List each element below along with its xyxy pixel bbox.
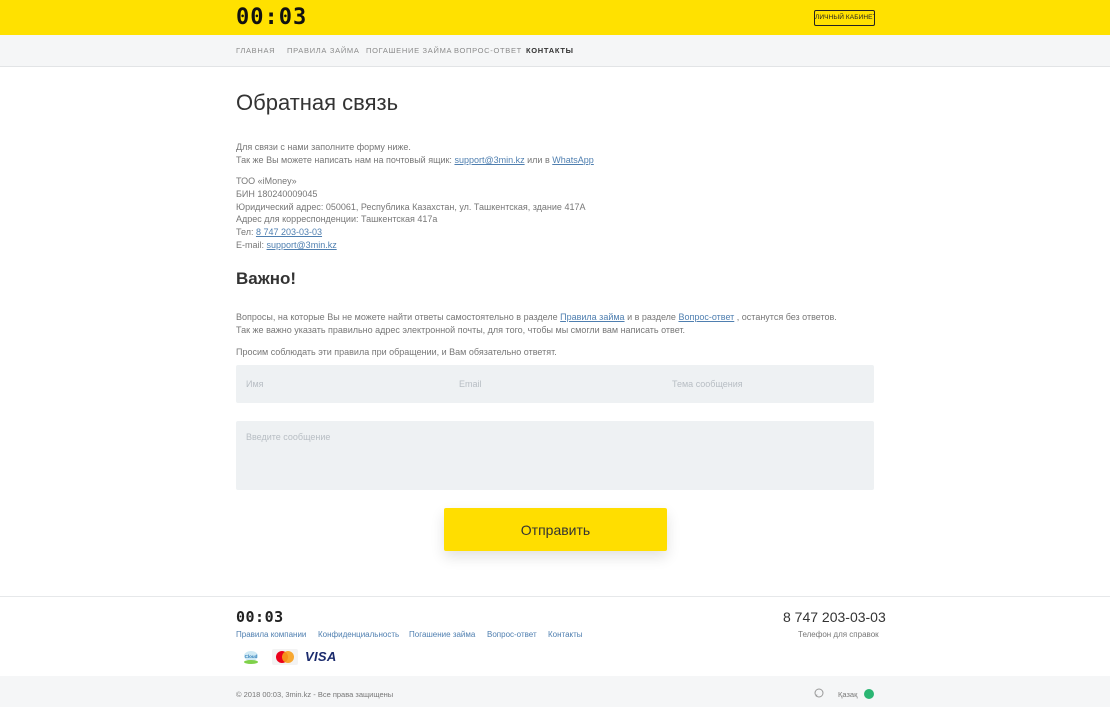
company-email-link[interactable]: support@3min.kz	[267, 240, 337, 250]
footer-bottom-bar	[0, 676, 1110, 707]
company-email-line: E-mail: support@3min.kz	[236, 239, 337, 251]
loan-rules-link[interactable]: Правила займа	[560, 312, 624, 322]
important-text-a: Вопросы, на которые Вы не можете найти о…	[236, 312, 558, 322]
important-text-b: и в разделе	[627, 312, 676, 322]
footer-link-repayment[interactable]: Погашение займа	[409, 630, 475, 639]
footer-link-privacy[interactable]: Конфиденциальность	[318, 630, 399, 639]
nav-item-loan-rules[interactable]: Правила займа	[287, 46, 360, 55]
important-heading: Важно!	[236, 269, 297, 288]
subject-input[interactable]	[662, 365, 874, 403]
contact-form-row	[236, 365, 874, 403]
footer-link-contacts[interactable]: Контакты	[548, 630, 583, 639]
intro-or-text: или в	[527, 155, 550, 165]
phone-label: Тел:	[236, 227, 254, 237]
page-title: Обратная связь	[236, 90, 399, 115]
company-phone-link[interactable]: 8 747 203-03-03	[256, 227, 322, 237]
intro-contact-line: Так же Вы можете написать нам на почтовы…	[236, 154, 594, 166]
company-name: ТОО «iMoney»	[236, 176, 297, 186]
faq-link[interactable]: Вопрос-ответ	[678, 312, 734, 322]
cloud-pay-icon: Cloud	[244, 651, 258, 664]
company-bin: БИН 180240009045	[236, 189, 318, 199]
svg-text:Cloud: Cloud	[245, 654, 258, 659]
footer-logo[interactable]: 00:03	[236, 609, 284, 625]
whatsapp-icon[interactable]	[814, 688, 824, 698]
footer-link-company-rules[interactable]: Правила компании	[236, 630, 306, 639]
footer-phone[interactable]: 8 747 203-03-03	[783, 609, 886, 625]
language-indicator-icon[interactable]	[864, 689, 874, 699]
company-legal-address: Юридический адрес: 050061, Республика Ка…	[236, 202, 586, 212]
footer-link-faq[interactable]: Вопрос-ответ	[487, 630, 537, 639]
support-email-link[interactable]: support@3min.kz	[454, 155, 524, 165]
site-logo[interactable]: 00:03	[236, 7, 307, 29]
top-header-bar: 00:03 Личный кабинет	[0, 0, 1110, 35]
nav-item-loan-repayment[interactable]: Погашение займа	[366, 46, 452, 55]
intro-email-prefix: Так же Вы можете написать нам на почтовы…	[236, 155, 452, 165]
important-paragraph-3: Просим соблюдать эти правила при обращен…	[236, 347, 557, 357]
important-text-c: , останутся без ответов.	[736, 312, 837, 322]
main-navigation: Главная Правила займа Погашение займа Во…	[0, 35, 1110, 67]
nav-item-contacts[interactable]: Контакты	[526, 46, 574, 55]
message-textarea[interactable]	[236, 421, 874, 490]
footer-phone-label: Телефон для справок	[798, 630, 879, 639]
mastercard-icon	[272, 649, 298, 665]
submit-button[interactable]: Отправить	[444, 508, 667, 551]
important-paragraph-1: Вопросы, на которые Вы не можете найти о…	[236, 311, 837, 323]
personal-cabinet-button[interactable]: Личный кабинет	[814, 10, 875, 26]
intro-text: Для связи с нами заполните форму ниже.	[236, 142, 411, 152]
email-label: E-mail:	[236, 240, 265, 250]
email-input[interactable]	[449, 365, 662, 403]
company-phone-line: Тел: 8 747 203-03-03	[236, 226, 322, 238]
nav-item-faq[interactable]: Вопрос-ответ	[454, 46, 522, 55]
company-mail-address: Адрес для корреспонденции: Ташкентская 4…	[236, 214, 438, 224]
nav-item-home[interactable]: Главная	[236, 46, 275, 55]
name-input[interactable]	[236, 365, 449, 403]
whatsapp-link[interactable]: WhatsApp	[552, 155, 594, 165]
important-paragraph-2: Так же важно указать правильно адрес эле…	[236, 325, 686, 335]
copyright-text: © 2018 00:03, 3min.kz - Все права защище…	[236, 690, 394, 699]
visa-icon: VISA	[305, 649, 337, 664]
language-switch[interactable]: Қазақ	[838, 690, 857, 699]
